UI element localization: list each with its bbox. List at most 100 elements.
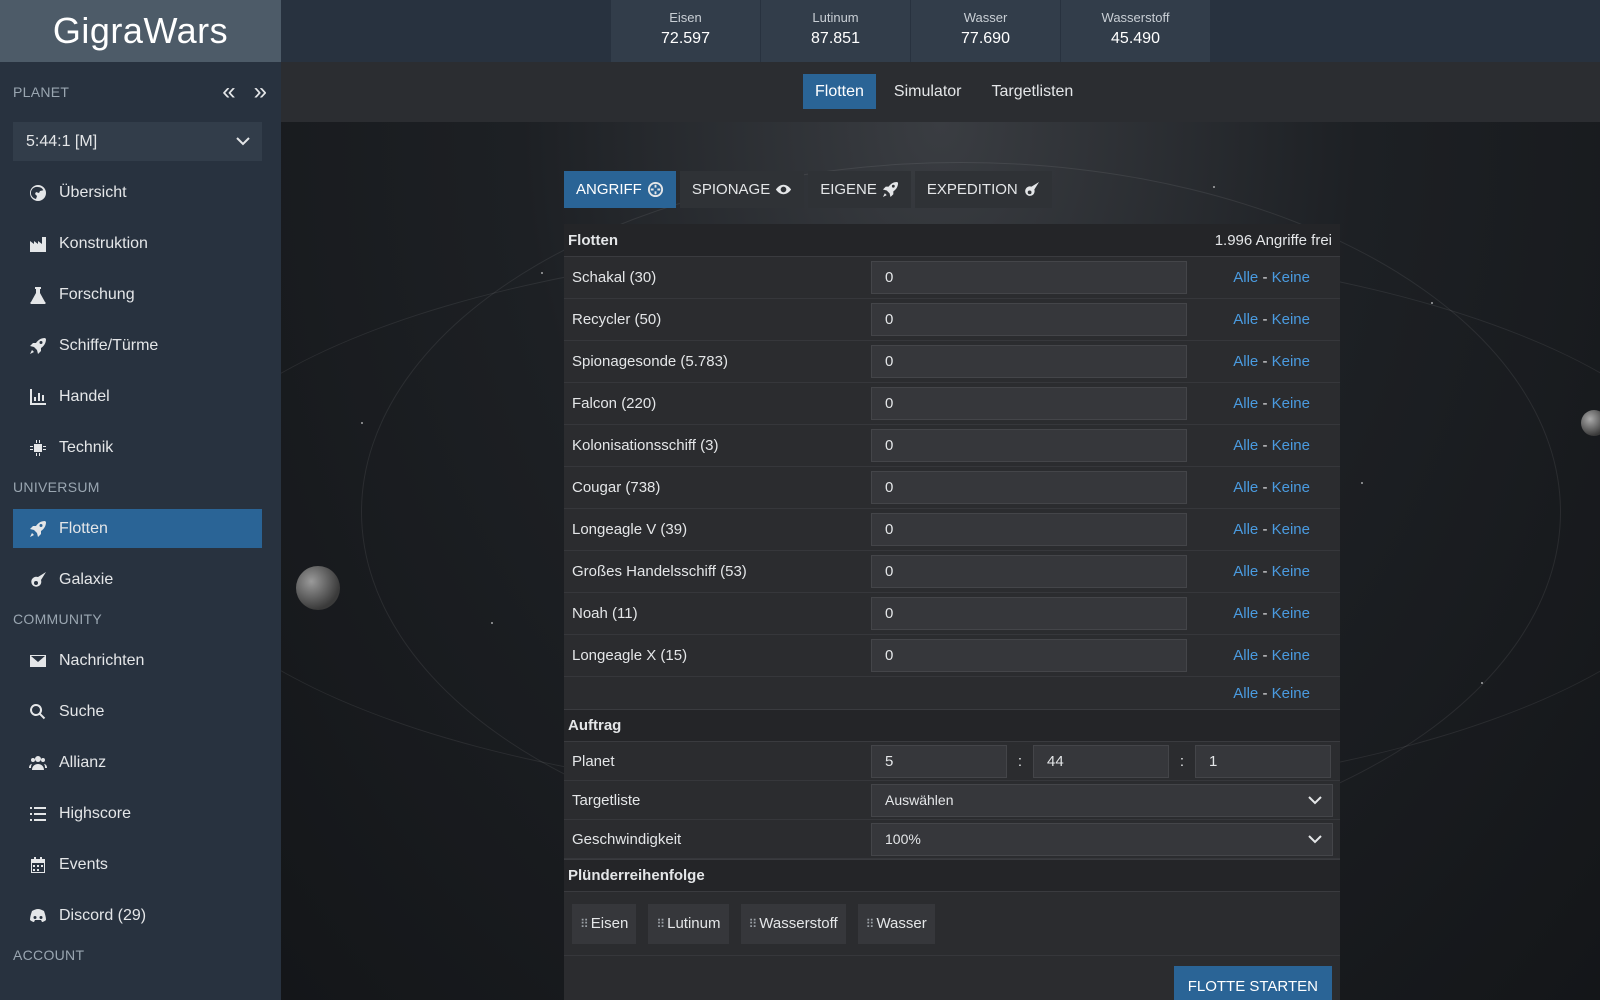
rocket-icon <box>877 181 899 198</box>
drag-handle-icon: ⠿ <box>865 916 875 931</box>
sidebar-item-forschung[interactable]: Forschung <box>13 275 262 314</box>
table-row: Falcon (220) Alle - Keine <box>564 383 1340 425</box>
ship-name: Cougar (738) <box>572 479 661 496</box>
select-all-link[interactable]: Alle <box>1233 437 1258 454</box>
resource-value: 77.690 <box>961 30 1010 47</box>
ship-name: Longeagle V (39) <box>572 521 688 538</box>
speed-row: Geschwindigkeit 100% <box>564 820 1340 859</box>
ship-count-input[interactable] <box>871 303 1187 336</box>
ship-count-input[interactable] <box>871 597 1187 630</box>
sidebar-item-nachrichten[interactable]: Nachrichten <box>13 641 262 680</box>
select-none-link[interactable]: Keine <box>1272 647 1310 664</box>
system-input[interactable] <box>1033 744 1169 778</box>
table-row: Großes Handelsschiff (53) Alle - Keine <box>564 551 1340 593</box>
select-none-link[interactable]: Keine <box>1272 437 1310 454</box>
loot-item-wasserstoff[interactable]: ⠿ Wasserstoff <box>740 903 846 944</box>
select-all-link[interactable]: Alle <box>1233 269 1258 286</box>
select-none-link[interactable]: Keine <box>1272 563 1310 580</box>
ship-count-input[interactable] <box>871 471 1187 504</box>
select-all-link[interactable]: Alle <box>1233 647 1258 664</box>
table-row: Spionagesonde (5.783) Alle - Keine <box>564 341 1340 383</box>
resource-value: 45.490 <box>1111 30 1160 47</box>
ship-count-input[interactable] <box>871 429 1187 462</box>
loot-item-eisen[interactable]: ⠿ Eisen <box>572 903 637 944</box>
tab-targetlisten[interactable]: Targetlisten <box>980 74 1086 109</box>
sidebar-item-suche[interactable]: Suche <box>13 692 262 731</box>
ship-count-input[interactable] <box>871 345 1187 378</box>
resource-name: Wasserstoff <box>1101 10 1170 25</box>
sidebar-item-konstruktion[interactable]: Konstruktion <box>13 224 262 263</box>
ship-count-input[interactable] <box>871 513 1187 546</box>
select-none-link[interactable]: Keine <box>1272 311 1310 328</box>
ship-name: Schakal (30) <box>572 269 657 286</box>
resource-name: Wasser <box>963 10 1008 25</box>
list-icon <box>27 805 49 823</box>
loot-item-label: Wasser <box>876 915 927 932</box>
galaxy-input[interactable] <box>871 744 1007 778</box>
select-all-link[interactable]: Alle <box>1233 479 1258 496</box>
select-none-link[interactable]: Keine <box>1272 395 1310 412</box>
ship-count-input[interactable] <box>871 261 1187 294</box>
sidebar-item-galaxie[interactable]: Galaxie <box>13 560 262 599</box>
select-none-link[interactable]: Keine <box>1272 479 1310 496</box>
sidebar-item-label: Highscore <box>59 804 132 822</box>
select-none-link[interactable]: Keine <box>1272 521 1310 538</box>
discord-icon <box>27 907 49 925</box>
speed-select[interactable]: 100% <box>871 822 1333 856</box>
targetlist-select[interactable]: Auswählen <box>871 783 1333 817</box>
tab-expedition[interactable]: EXPEDITION <box>914 171 1052 208</box>
select-none-link[interactable]: Keine <box>1272 353 1310 370</box>
link-separator: - <box>1262 684 1268 702</box>
ship-count-input[interactable] <box>871 639 1187 672</box>
loot-item-wasser[interactable]: ⠿ Wasser <box>857 903 935 944</box>
ship-count-input[interactable] <box>871 555 1187 588</box>
position-input[interactable] <box>1195 744 1331 778</box>
select-all-link[interactable]: Alle <box>1233 311 1258 328</box>
sidebar-item-flotten[interactable]: Flotten <box>13 509 262 548</box>
link-separator: - <box>1262 521 1268 538</box>
tab-flotten[interactable]: Flotten <box>803 74 876 109</box>
fleet-title: Flotten <box>568 231 618 249</box>
tab-spionage[interactable]: SPIONAGE <box>679 171 805 208</box>
select-all-link[interactable]: Alle <box>1233 521 1258 538</box>
free-attacks: 1.996 Angriffe frei <box>1214 231 1332 249</box>
sidebar-item-label: Konstruktion <box>59 234 148 252</box>
tab-label: EIGENE <box>820 181 877 198</box>
sidebar-item-allianz[interactable]: Allianz <box>13 743 262 782</box>
loot-item-lutinum[interactable]: ⠿ Lutinum <box>648 903 729 944</box>
targetlist-row: Targetliste Auswählen <box>564 781 1340 820</box>
tab-angriff[interactable]: ANGRIFF <box>564 171 676 208</box>
ship-name: Großes Handelsschiff (53) <box>572 563 747 580</box>
sidebar-item-schiffe-türme[interactable]: Schiffe/Türme <box>13 326 262 365</box>
select-none-link[interactable]: Keine <box>1272 269 1310 286</box>
sidebar-item-discord-29[interactable]: Discord (29) <box>13 896 262 935</box>
previous-planet-icon[interactable]: « <box>222 80 235 104</box>
next-planet-icon[interactable]: » <box>254 80 267 104</box>
ship-links: Alle - Keine <box>1187 479 1340 496</box>
select-all-link[interactable]: Alle <box>1233 353 1258 370</box>
select-none-link[interactable]: Keine <box>1272 685 1310 702</box>
sidebar-item-technik[interactable]: Technik <box>13 428 262 467</box>
sidebar-item-übersicht[interactable]: Übersicht <box>13 173 262 212</box>
users-icon <box>27 754 49 772</box>
chevron-down-icon <box>1308 831 1322 847</box>
community-section-label: COMMUNITY <box>13 611 103 627</box>
ship-links: Alle - Keine <box>1187 395 1340 412</box>
select-all-link[interactable]: Alle <box>1233 605 1258 622</box>
sidebar-item-handel[interactable]: Handel <box>13 377 262 416</box>
link-separator: - <box>1262 269 1268 286</box>
select-all-link[interactable]: Alle <box>1233 685 1258 702</box>
tab-simulator[interactable]: Simulator <box>882 74 974 109</box>
tab-eigene[interactable]: EIGENE <box>808 171 911 208</box>
sidebar-item-events[interactable]: Events <box>13 845 262 884</box>
select-all-link[interactable]: Alle <box>1233 395 1258 412</box>
resource-eisen: Eisen 72.597 <box>611 0 761 62</box>
start-fleet-button[interactable]: FLOTTE STARTEN <box>1173 966 1332 1000</box>
select-none-link[interactable]: Keine <box>1272 605 1310 622</box>
sidebar-item-highscore[interactable]: Highscore <box>13 794 262 833</box>
ship-count-input[interactable] <box>871 387 1187 420</box>
planet-select[interactable]: 5:44:1 [M] <box>13 122 262 161</box>
flask-icon <box>27 286 49 304</box>
select-all-link[interactable]: Alle <box>1233 563 1258 580</box>
app-logo[interactable]: GigraWars <box>0 0 281 62</box>
